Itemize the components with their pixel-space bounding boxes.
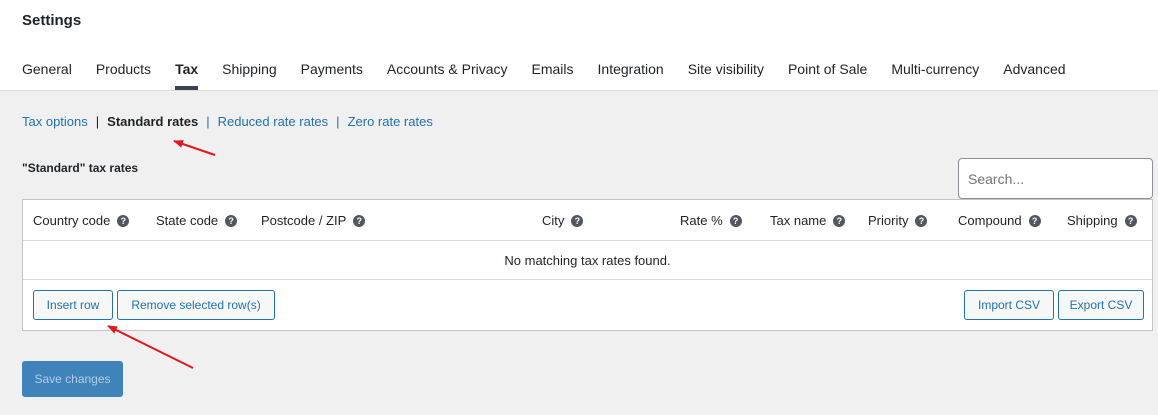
column-tax-name: Tax name? [770, 213, 846, 228]
rates-heading: "Standard" tax rates [22, 161, 139, 175]
column-label: Postcode / ZIP [261, 213, 347, 228]
annotation-arrow [173, 140, 216, 156]
insert-row-button[interactable]: Insert row [33, 290, 113, 320]
subsection-standard-rates: Standard rates [107, 114, 199, 129]
tab-site-visibility[interactable]: Site visibility [688, 61, 764, 77]
tax-rates-table: Country code? State code? Postcode / ZIP… [22, 199, 1153, 331]
tab-integration[interactable]: Integration [598, 61, 664, 77]
subsection-tax-options[interactable]: Tax options [22, 114, 88, 129]
subsection-reduced-rate-rates[interactable]: Reduced rate rates [218, 114, 329, 129]
help-icon[interactable]: ? [729, 214, 742, 227]
help-icon[interactable]: ? [1028, 214, 1041, 227]
table-header: Country code? State code? Postcode / ZIP… [23, 200, 1152, 241]
subsection-zero-rate-rates[interactable]: Zero rate rates [348, 114, 433, 129]
settings-header: Settings General Products Tax Shipping P… [0, 0, 1158, 91]
tab-emails[interactable]: Emails [532, 61, 574, 77]
tab-point-of-sale[interactable]: Point of Sale [788, 61, 867, 77]
tab-tax[interactable]: Tax [175, 61, 199, 90]
column-label: Priority [868, 213, 909, 228]
column-label: Country code [33, 213, 111, 228]
search-input[interactable] [958, 158, 1153, 199]
column-compound: Compound? [958, 213, 1041, 228]
help-icon[interactable]: ? [1124, 214, 1137, 227]
column-city: City? [542, 213, 584, 228]
tab-products[interactable]: Products [96, 61, 151, 77]
export-csv-button[interactable]: Export CSV [1058, 290, 1144, 320]
column-label: Shipping [1067, 213, 1118, 228]
import-csv-button[interactable]: Import CSV [964, 290, 1054, 320]
help-icon[interactable]: ? [225, 214, 238, 227]
column-state-code: State code? [156, 213, 238, 228]
subsection-separator: | [206, 114, 210, 129]
page-title: Settings [22, 12, 82, 29]
column-label: State code [156, 213, 219, 228]
tab-advanced[interactable]: Advanced [1003, 61, 1065, 77]
empty-table-message: No matching tax rates found. [23, 241, 1152, 280]
column-rate: Rate %? [680, 213, 742, 228]
help-icon[interactable]: ? [117, 214, 130, 227]
table-footer: Insert row Remove selected row(s) Import… [23, 280, 1152, 331]
remove-selected-rows-button[interactable]: Remove selected row(s) [117, 290, 275, 320]
column-postcode: Postcode / ZIP? [261, 213, 366, 228]
column-shipping: Shipping? [1067, 213, 1137, 228]
help-icon[interactable]: ? [571, 214, 584, 227]
tab-general[interactable]: General [22, 61, 72, 77]
subsection-separator: | [336, 114, 340, 129]
column-label: Compound [958, 213, 1022, 228]
tab-multi-currency[interactable]: Multi-currency [891, 61, 979, 77]
column-label: Rate % [680, 213, 723, 228]
help-icon[interactable]: ? [833, 214, 846, 227]
save-changes-button[interactable]: Save changes [22, 361, 123, 397]
column-label: City [542, 213, 565, 228]
column-country-code: Country code? [33, 213, 130, 228]
help-icon[interactable]: ? [353, 214, 366, 227]
settings-tabs: General Products Tax Shipping Payments A… [22, 61, 1090, 90]
tax-subsections: Tax options | Standard rates | Reduced r… [22, 114, 433, 129]
subsection-separator: | [95, 114, 100, 129]
column-priority: Priority? [868, 213, 928, 228]
tab-shipping[interactable]: Shipping [222, 61, 277, 77]
help-icon[interactable]: ? [915, 214, 928, 227]
tab-payments[interactable]: Payments [301, 61, 363, 77]
column-label: Tax name [770, 213, 827, 228]
tab-accounts-privacy[interactable]: Accounts & Privacy [387, 61, 508, 77]
